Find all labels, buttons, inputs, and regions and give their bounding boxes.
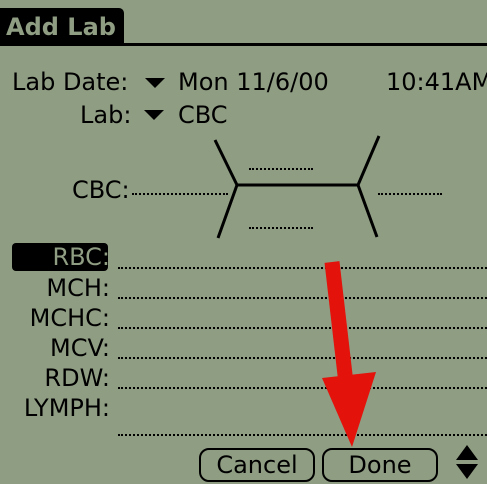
red-arrow-annotation [322,261,376,447]
palm-screen: Add Lab Lab Date: Mon 11/6/00 10:41AM La… [0,0,487,484]
